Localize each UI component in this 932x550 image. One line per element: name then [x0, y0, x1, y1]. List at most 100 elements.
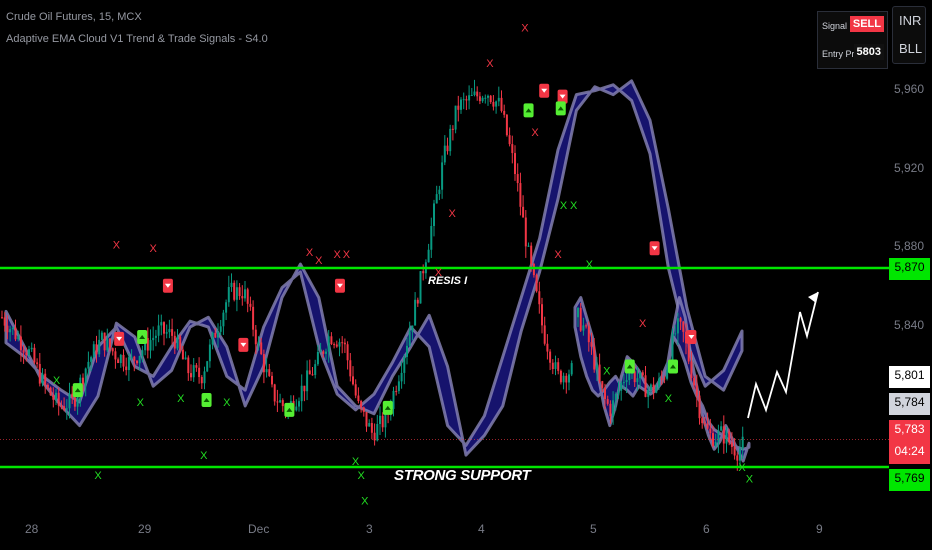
candle-a-body-201 [543, 325, 546, 344]
candle-b-body-46 [701, 418, 704, 424]
strong-support-label: STRONG SUPPORT [394, 467, 531, 484]
candle-a-body-50 [136, 360, 138, 364]
candle-b-body-5 [590, 342, 593, 347]
candle-a-body-112 [303, 385, 306, 392]
candle-a-body-202 [546, 343, 549, 352]
candle-b-body-55 [725, 431, 728, 444]
x-mark-3: X [137, 397, 145, 409]
candle-b-body-44 [695, 385, 698, 396]
candle-a-body-45 [122, 354, 125, 367]
x-mark-19: X [586, 259, 594, 271]
candle-a-body-102 [276, 401, 279, 403]
x-tick-3: 3 [366, 522, 373, 536]
candle-a-body-95 [257, 342, 260, 345]
candle-a-body-76 [206, 361, 209, 372]
candle-a-body-69 [187, 357, 190, 374]
x-mark-25: X [554, 249, 562, 261]
candle-a-body-125 [338, 342, 341, 347]
candle-b-body-10 [604, 387, 606, 400]
candle-a-body-36 [98, 339, 101, 355]
candle-a-body-179 [484, 97, 487, 99]
candle-a-body-57 [154, 335, 157, 338]
candle-a-body-133 [360, 401, 363, 408]
x-mark-10: X [357, 470, 365, 482]
candle-a-body-66 [179, 336, 182, 350]
price-tag-1: 5,801 [889, 366, 930, 388]
candle-a-body-185 [500, 97, 503, 111]
candle-b-body-54 [722, 426, 725, 444]
candle-a-body-8 [22, 350, 25, 353]
candle-a-body-58 [157, 325, 160, 336]
candle-a-body-47 [127, 357, 130, 371]
candle-b-body-49 [709, 428, 712, 434]
candle-a-body-44 [119, 354, 122, 364]
candle-a-body-99 [268, 369, 271, 376]
candle-a-body-72 [195, 365, 198, 368]
candle-b-body-23 [639, 372, 642, 379]
candle-a-body-205 [554, 362, 557, 370]
candle-a-body-141 [381, 415, 384, 428]
x-mark-2: X [113, 239, 121, 251]
candle-b-body-32 [663, 378, 666, 380]
candle-a-body-175 [473, 91, 476, 96]
candle-a-body-109 [295, 406, 298, 411]
candle-b-body-13 [612, 400, 615, 417]
candle-b-body-18 [625, 380, 628, 383]
signal-label: Signal [822, 21, 848, 31]
candle-a-body-34 [92, 344, 95, 358]
candle-a-body-149 [403, 356, 406, 373]
candle-a-body-87 [235, 287, 238, 300]
candle-a-body-115 [311, 374, 314, 376]
candle-a-body-3 [9, 329, 12, 333]
x-mark-5: X [177, 393, 185, 405]
candle-b-body-53 [720, 426, 723, 431]
candle-a-body-148 [400, 372, 403, 382]
candle-a-body-183 [495, 101, 498, 107]
candle-b-body-39 [682, 321, 685, 332]
candle-a-body-147 [397, 381, 400, 392]
signal-panel: Signal SELL Entry Price 5803 [817, 11, 888, 69]
x-tick-4: 4 [478, 522, 485, 536]
candle-a-body-176 [476, 91, 479, 97]
candle-b-body-6 [593, 346, 596, 370]
price-tag-0: 5,870 [889, 258, 930, 280]
candle-a-body-104 [281, 400, 284, 407]
candle-a-body-39 [106, 338, 109, 351]
candle-b-body-57 [730, 442, 733, 447]
candle-a-body-167 [451, 128, 454, 130]
candle-a-body-62 [168, 329, 171, 333]
candle-a-body-150 [406, 345, 408, 357]
candle-b-body-33 [666, 369, 669, 379]
signal-value: SELL [849, 16, 884, 32]
candle-b-body-60 [739, 448, 741, 461]
x-mark-22: X [665, 393, 673, 405]
x-mark-15: X [486, 58, 494, 70]
candle-a-body-191 [516, 174, 519, 184]
candle-a-body-207 [559, 370, 562, 383]
candle-b-body-22 [636, 378, 639, 383]
candle-a-body-23 [63, 406, 66, 410]
candle-a-body-37 [100, 332, 103, 340]
candle-b-body-11 [606, 399, 609, 404]
candle-a-body-101 [273, 384, 276, 402]
candle-a-body-38 [103, 332, 106, 351]
candle-a-body-160 [433, 203, 435, 226]
projection-zigzag [747, 291, 819, 419]
x-mark-14: X [449, 208, 457, 220]
candle-a-body-180 [487, 95, 489, 98]
candle-a-body-24 [65, 408, 68, 410]
candle-a-body-49 [133, 356, 136, 361]
candle-a-body-165 [446, 145, 449, 152]
candle-a-body-90 [244, 289, 246, 299]
candle-a-body-195 [527, 245, 530, 247]
candle-a-body-159 [430, 225, 433, 250]
price-tag-5: 5,769 [889, 469, 930, 491]
candle-b-body-3 [585, 325, 588, 327]
currency-panel[interactable]: INR BLL [892, 6, 926, 64]
candle-b-body-12 [609, 403, 612, 417]
candle-a-body-97 [262, 354, 265, 373]
entry-price-value: 5803 [853, 44, 884, 60]
candle-a-body-140 [379, 415, 381, 424]
candle-b-body-50 [712, 433, 714, 446]
candle-a-body-89 [241, 296, 244, 299]
